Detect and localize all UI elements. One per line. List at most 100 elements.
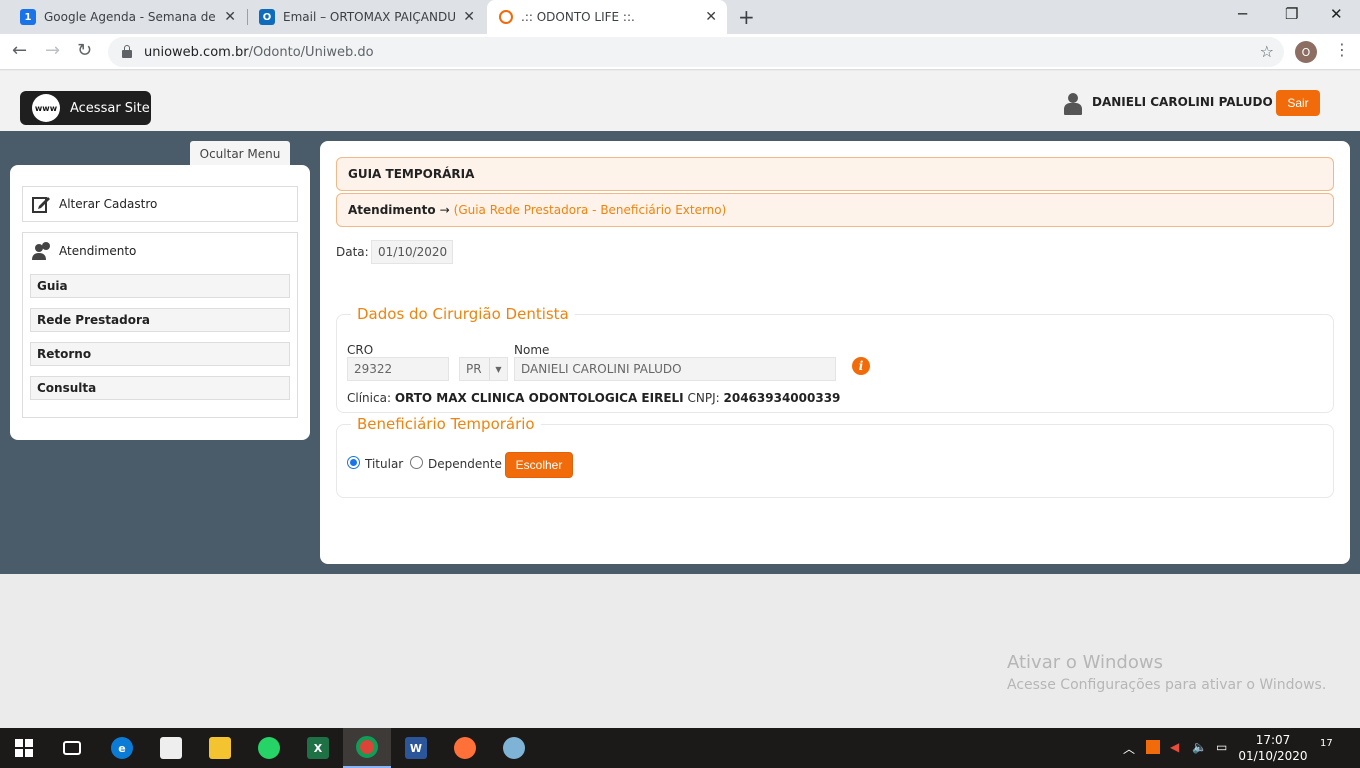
- taskbar-explorer[interactable]: [196, 728, 244, 768]
- chrome-icon: [356, 736, 378, 758]
- bookmark-star-icon[interactable]: ☆: [1260, 42, 1274, 61]
- sidebar-item-guia[interactable]: Guia: [30, 274, 290, 298]
- breadcrumb-arrow: →: [439, 203, 450, 217]
- page-title: GUIA TEMPORÁRIA: [348, 167, 475, 181]
- dependente-label: Dependente: [428, 457, 502, 471]
- activation-watermark-text: Acesse Configurações para ativar o Windo…: [1007, 677, 1327, 693]
- taskbar-whatsapp[interactable]: [245, 728, 293, 768]
- restore-icon[interactable]: ❐: [1285, 5, 1298, 23]
- taskbar-paint[interactable]: [490, 728, 538, 768]
- activation-watermark-title: Ativar o Windows: [1007, 652, 1163, 673]
- dentist-legend: Dados do Cirurgião Dentista: [351, 305, 575, 323]
- cro-label: CRO: [347, 343, 374, 357]
- cnpj-value: 20463934000339: [723, 391, 841, 405]
- cnpj-label: CNPJ:: [687, 391, 720, 405]
- close-window-icon[interactable]: ✕: [1330, 5, 1343, 23]
- taskbar-clock[interactable]: 17:07 01/10/2020: [1238, 732, 1308, 764]
- taskbar-word[interactable]: W: [392, 728, 440, 768]
- sidebar-group-atendimento: Atendimento Guia Rede Prestadora Retorno…: [22, 232, 298, 418]
- outlook-icon: O: [259, 9, 275, 25]
- url-host: unioweb.com.br: [144, 44, 249, 60]
- volume-icon[interactable]: 🔈: [1192, 740, 1207, 754]
- titular-radio[interactable]: [347, 456, 360, 469]
- whatsapp-icon: [258, 737, 280, 759]
- taskbar-firefox[interactable]: [441, 728, 489, 768]
- lock-icon: [122, 45, 132, 58]
- breadcrumb: Atendimento → (Guia Rede Prestadora - Be…: [336, 193, 1334, 227]
- taskbar-store[interactable]: [147, 728, 195, 768]
- logout-button[interactable]: Sair: [1276, 90, 1320, 116]
- close-tab-icon[interactable]: ✕: [463, 9, 475, 25]
- date-label: Data:: [336, 245, 369, 259]
- breadcrumb-root: Atendimento: [348, 203, 436, 217]
- back-icon[interactable]: ←: [12, 40, 27, 61]
- tray-app-icon[interactable]: [1146, 740, 1160, 754]
- profile-avatar[interactable]: O: [1295, 41, 1317, 63]
- dentist-fieldset: Dados do Cirurgião Dentista CRO 29322 PR…: [336, 305, 1334, 413]
- notifications-icon[interactable]: 17: [1320, 738, 1333, 749]
- task-view-button[interactable]: [48, 728, 96, 768]
- forward-icon[interactable]: →: [45, 40, 60, 61]
- titular-label: Titular: [365, 457, 404, 471]
- new-tab-icon[interactable]: +: [738, 5, 755, 29]
- tray-chevron-up-icon[interactable]: ︿: [1123, 740, 1135, 757]
- notification-count: 17: [1320, 738, 1333, 749]
- dependente-radio[interactable]: [410, 456, 423, 469]
- sidebar-item-label: Atendimento: [59, 244, 137, 258]
- taskbar-edge[interactable]: e: [98, 728, 146, 768]
- beneficiario-legend: Beneficiário Temporário: [351, 415, 541, 433]
- tab-google-agenda[interactable]: 1 Google Agenda - Semana de 5 de ✕: [0, 0, 246, 34]
- sidebar-item-retorno[interactable]: Retorno: [30, 342, 290, 366]
- taskbar: e X W ︿ ◀ 🔈 ▭ 17:07 01/10/2020 17: [0, 728, 1360, 768]
- info-icon[interactable]: i: [852, 357, 870, 375]
- chevron-down-icon: ▼: [489, 358, 507, 380]
- cro-input[interactable]: 29322: [347, 357, 449, 381]
- close-tab-icon[interactable]: ✕: [705, 9, 717, 25]
- sidebar-item-rede-prestadora[interactable]: Rede Prestadora: [30, 308, 290, 332]
- tab-odonto-life[interactable]: .:: ODONTO LIFE ::. ✕: [487, 0, 727, 34]
- sidebar-item-consulta[interactable]: Consulta: [30, 376, 290, 400]
- close-tab-icon[interactable]: ✕: [224, 9, 236, 25]
- firefox-icon: [454, 737, 476, 759]
- clinica-value: ORTO MAX CLINICA ODONTOLOGICA EIRELI: [394, 391, 684, 405]
- url-path: /Odonto/Uniweb.do: [248, 44, 374, 60]
- nome-input[interactable]: DANIELI CAROLINI PALUDO: [514, 357, 836, 381]
- acessar-site-button[interactable]: www Acessar Site: [20, 91, 151, 125]
- tab-email[interactable]: O Email – ORTOMAX PAIÇANDU – C ✕: [239, 0, 485, 34]
- folder-icon: [209, 737, 231, 759]
- minimize-icon[interactable]: ─: [1238, 5, 1247, 23]
- acessar-site-label: Acessar Site: [70, 100, 150, 116]
- windows-icon: [15, 739, 33, 757]
- clinica-label: Clínica:: [347, 391, 391, 405]
- sidebar-item-atendimento[interactable]: Atendimento: [31, 239, 136, 263]
- hide-menu-button[interactable]: Ocultar Menu: [190, 141, 290, 166]
- tray-alert-icon[interactable]: ◀: [1170, 740, 1179, 754]
- clinica-line: Clínica: ORTO MAX CLINICA ODONTOLOGICA E…: [347, 391, 840, 405]
- excel-icon: X: [307, 737, 329, 759]
- sidebar: Alterar Cadastro Atendimento Guia Rede P…: [10, 165, 310, 440]
- odonto-favicon-icon: [499, 10, 513, 24]
- task-view-icon: [63, 741, 81, 755]
- page-title-bar: GUIA TEMPORÁRIA: [336, 157, 1334, 191]
- user-icon: [1064, 93, 1082, 115]
- escolher-button[interactable]: Escolher: [505, 452, 573, 478]
- edit-icon: [32, 197, 50, 213]
- beneficiario-fieldset: Beneficiário Temporário Titular Dependen…: [336, 415, 1334, 498]
- start-button[interactable]: [0, 728, 48, 768]
- url-text: unioweb.com.br/Odonto/Uniweb.do: [144, 45, 374, 60]
- reload-icon[interactable]: ↻: [77, 40, 92, 61]
- paint-icon: [503, 737, 525, 759]
- clock-date: 01/10/2020: [1238, 749, 1308, 763]
- network-icon[interactable]: ▭: [1216, 740, 1227, 754]
- tab-title: Google Agenda - Semana de 5 de: [44, 10, 219, 24]
- address-bar[interactable]: unioweb.com.br/Odonto/Uniweb.do ☆: [108, 37, 1284, 67]
- date-field[interactable]: 01/10/2020: [371, 240, 453, 264]
- uf-select[interactable]: PR ▼: [459, 357, 508, 381]
- page-header: www Acessar Site DANIELI CAROLINI PALUDO…: [0, 71, 1360, 131]
- nome-label: Nome: [514, 343, 550, 357]
- browser-menu-icon[interactable]: ⋮: [1334, 40, 1350, 59]
- taskbar-chrome[interactable]: [343, 728, 391, 768]
- www-icon: www: [32, 94, 60, 122]
- taskbar-excel[interactable]: X: [294, 728, 342, 768]
- sidebar-item-alterar-cadastro[interactable]: Alterar Cadastro: [22, 186, 298, 222]
